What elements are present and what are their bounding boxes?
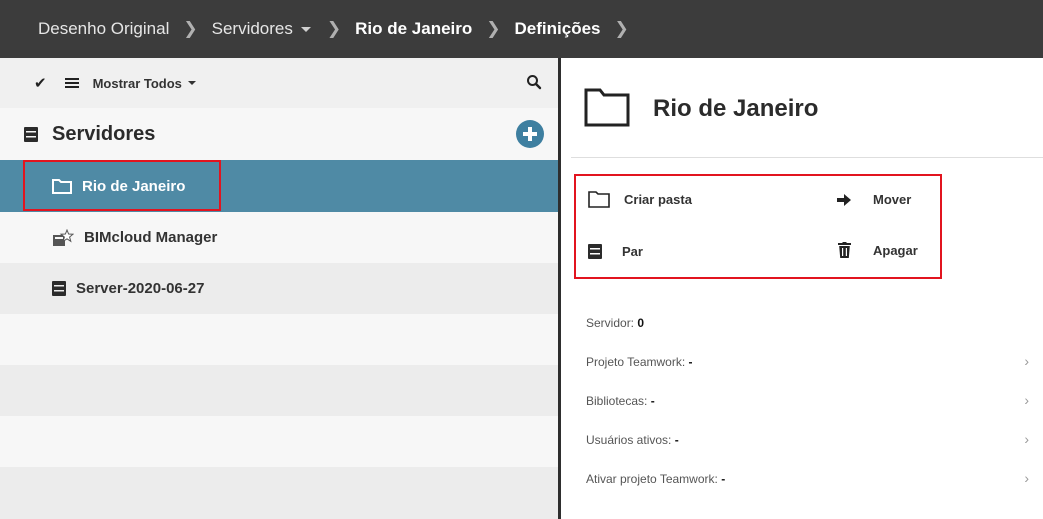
info-label: Projeto Teamwork:: [586, 355, 686, 369]
tree-item-bimcloud-manager[interactable]: BIMcloud Manager: [0, 212, 558, 263]
chevron-right-icon: ❯: [183, 19, 198, 38]
info-server: Servidor: 0: [586, 316, 644, 330]
selection-highlight: [23, 160, 221, 211]
list-icon[interactable]: [64, 78, 79, 88]
chevron-right-icon: ❯: [486, 19, 501, 38]
delete-label: Apagar: [873, 242, 918, 258]
chevron-right-icon[interactable]: ›: [1024, 353, 1029, 369]
breadcrumb-item-rio-de-janeiro[interactable]: Rio de Janeiro: [355, 19, 472, 39]
info-label: Bibliotecas:: [586, 394, 648, 408]
empty-row: [0, 314, 558, 365]
pair-label: Par: [622, 244, 643, 259]
empty-row: [0, 365, 558, 416]
folder-icon: [588, 191, 610, 208]
tree-item-server-2020-06-27[interactable]: Server-2020-06-27: [0, 263, 558, 314]
info-label: Ativar projeto Teamwork:: [586, 472, 718, 486]
info-active-users[interactable]: Usuários ativos: -: [586, 433, 679, 447]
caret-down-icon[interactable]: [300, 26, 311, 32]
info-value: -: [674, 433, 679, 447]
delete-button[interactable]: Apagar: [838, 242, 918, 258]
trash-icon: [838, 242, 851, 258]
info-label: Usuários ativos:: [586, 433, 672, 447]
server-icon: [588, 244, 602, 259]
search-icon[interactable]: [526, 74, 542, 90]
folder-icon: [584, 88, 630, 127]
info-value: -: [721, 472, 726, 486]
servers-header: Servidores: [0, 108, 558, 160]
info-libraries[interactable]: Bibliotecas: -: [586, 394, 655, 408]
breadcrumb-label: Servidores: [211, 19, 293, 38]
caret-down-icon[interactable]: [187, 81, 196, 85]
create-folder-label: Criar pasta: [624, 191, 692, 207]
info-activate-teamwork-project[interactable]: Ativar projeto Teamwork: -: [586, 472, 725, 486]
breadcrumb-item-desenho-original[interactable]: Desenho Original: [38, 19, 169, 39]
info-value: 0: [637, 316, 645, 330]
tree-item-label: BIMcloud Manager: [84, 229, 218, 246]
right-panel: Rio de Janeiro Criar pasta Mover Par Apa…: [561, 58, 1043, 519]
servers-title: Servidores: [52, 122, 156, 145]
info-value: -: [650, 394, 655, 408]
check-icon[interactable]: ✔: [34, 74, 47, 92]
breadcrumb-item-definicoes[interactable]: Definições: [515, 19, 601, 39]
manager-icon: [53, 228, 74, 246]
tree-item-label: Server-2020-06-27: [76, 280, 205, 297]
chevron-right-icon[interactable]: ›: [1024, 431, 1029, 447]
chevron-right-icon[interactable]: ›: [1024, 470, 1029, 486]
info-label: Servidor:: [586, 316, 635, 330]
info-value: -: [688, 355, 693, 369]
arrow-right-icon: [837, 193, 851, 206]
empty-row: [0, 416, 558, 467]
plus-circle-icon[interactable]: [516, 120, 544, 148]
server-icon: [24, 126, 38, 142]
divider: [571, 157, 1043, 158]
move-label: Mover: [873, 192, 912, 207]
left-panel: ✔ Mostrar Todos Servidores Rio de Janeir…: [0, 58, 558, 519]
move-button[interactable]: Mover: [837, 192, 911, 207]
chevron-right-icon[interactable]: ›: [1024, 392, 1029, 408]
left-toolbar: ✔ Mostrar Todos: [0, 58, 558, 108]
chevron-right-icon: ❯: [326, 19, 342, 38]
empty-row: [0, 467, 558, 519]
show-all-dropdown[interactable]: Mostrar Todos: [93, 76, 182, 91]
breadcrumb-item-servidores[interactable]: Servidores: [212, 19, 313, 39]
page-title: Rio de Janeiro: [653, 95, 819, 122]
breadcrumb: Desenho Original ❯ Servidores ❯ Rio de J…: [0, 0, 1043, 58]
server-icon: [52, 281, 66, 296]
pair-button[interactable]: Par: [588, 244, 643, 259]
info-teamwork-projects[interactable]: Projeto Teamwork: -: [586, 355, 693, 369]
create-folder-button[interactable]: Criar pasta: [588, 190, 692, 208]
chevron-right-icon: ❯: [614, 19, 629, 38]
